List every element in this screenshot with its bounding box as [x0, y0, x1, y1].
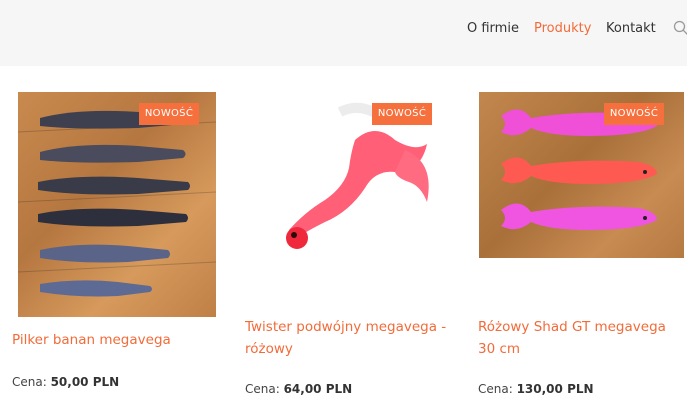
new-badge: NOWOŚĆ	[139, 103, 199, 125]
product-title[interactable]: Twister podwójny megavega - różowy	[245, 316, 460, 360]
site-header: O firmie Produkty Kontakt	[0, 0, 687, 66]
nav-item-produkty[interactable]: Produkty	[534, 21, 591, 36]
product-image-pilker[interactable]	[18, 92, 216, 317]
product-title[interactable]: Różowy Shad GT megavega 30 cm	[478, 316, 683, 360]
nav-item-o-firmie[interactable]: O firmie	[467, 21, 519, 36]
nav-item-kontakt[interactable]: Kontakt	[606, 21, 656, 36]
product-price: Cena: 50,00 PLN	[12, 375, 120, 389]
product-price: Cena: 64,00 PLN	[245, 382, 353, 396]
product-price: Cena: 130,00 PLN	[478, 382, 594, 396]
search-icon[interactable]	[673, 20, 687, 36]
product-title[interactable]: Pilker banan megavega	[12, 329, 222, 351]
new-badge: NOWOŚĆ	[372, 103, 432, 125]
new-badge: NOWOŚĆ	[604, 103, 664, 125]
